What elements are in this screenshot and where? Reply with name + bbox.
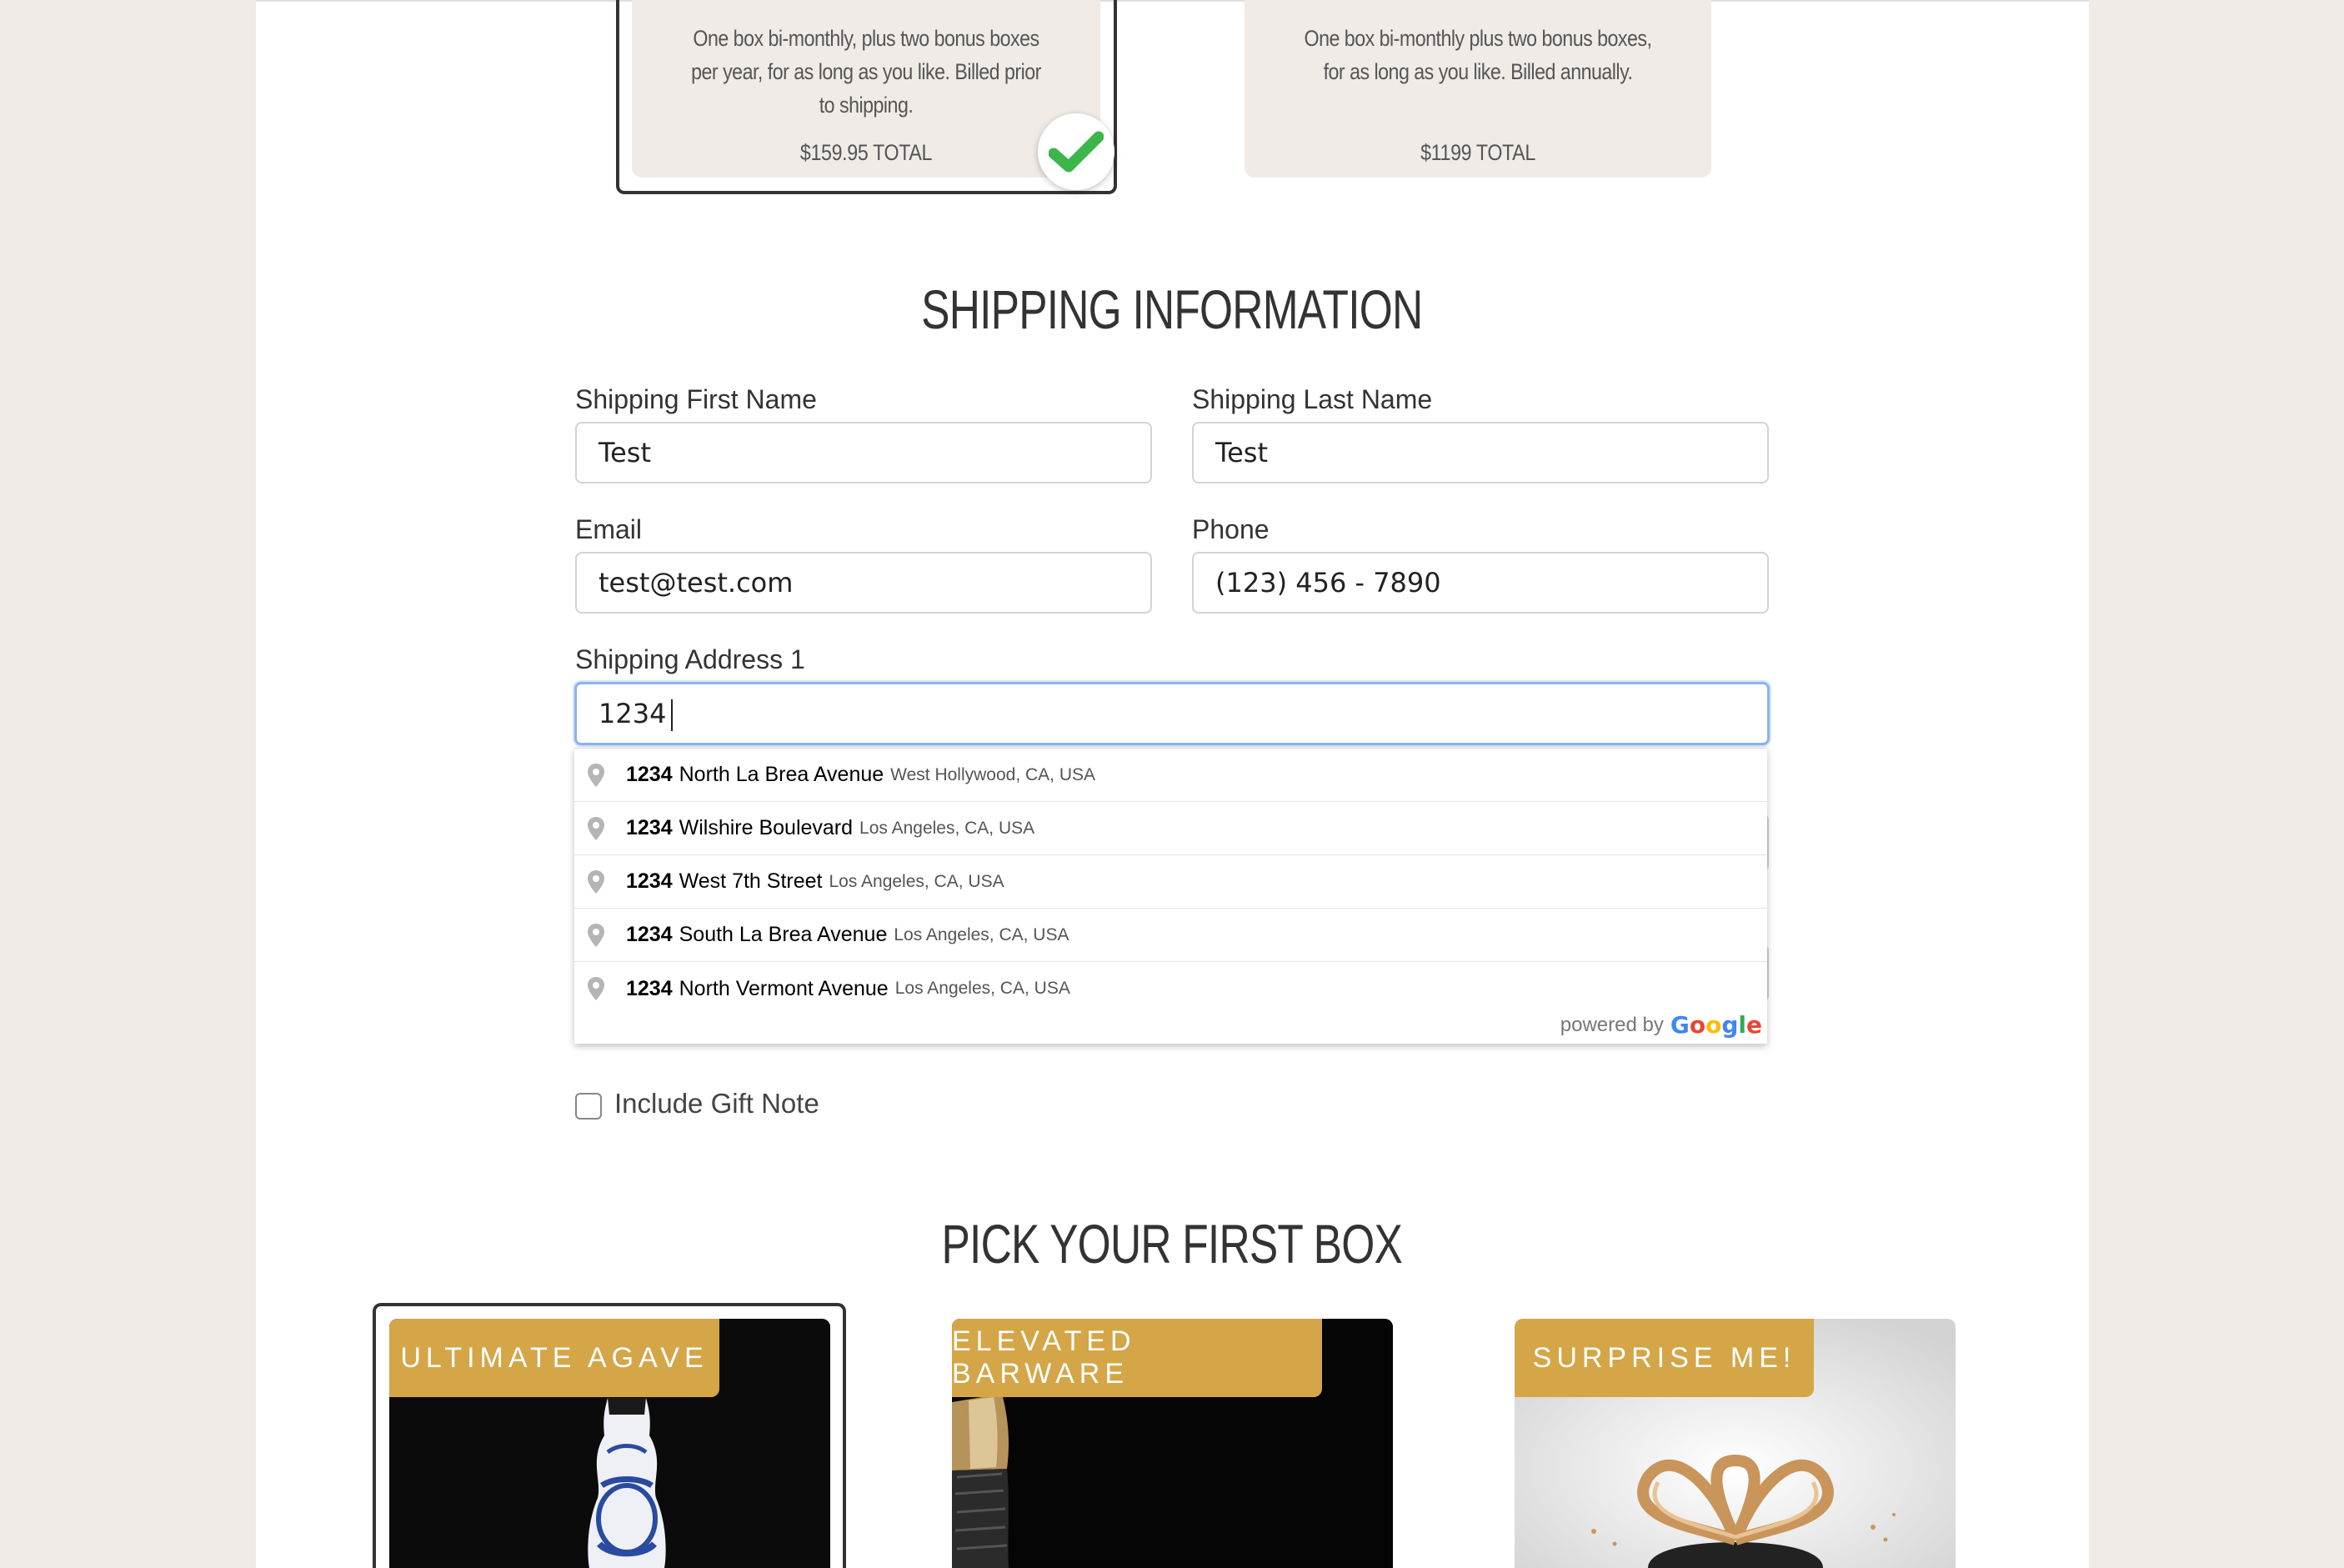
powered-by-google: powered by Google	[1560, 1011, 1762, 1039]
address1-value: 1234	[599, 698, 667, 729]
shipping-heading: SHIPPING INFORMATION	[921, 278, 1423, 340]
text-caret	[671, 699, 674, 731]
suggestion-city: Los Angeles, CA, USA	[829, 871, 1004, 891]
first-name-label: Shipping First Name	[575, 384, 817, 414]
box-card-surprise-me[interactable]: SURPRISE ME!	[1515, 1319, 1956, 1568]
selected-check-icon	[1038, 113, 1114, 190]
autocomplete-item[interactable]: 1234 North Vermont Avenue Los Angeles, C…	[574, 962, 1767, 1015]
phone-input[interactable]: (123) 456 - 7890	[1192, 552, 1769, 614]
box-selected-frame	[373, 1303, 846, 1568]
address-autocomplete: 1234 North La Brea Avenue West Hollywood…	[574, 748, 1767, 1044]
pick-box-heading: PICK YOUR FIRST BOX	[941, 1213, 1403, 1275]
box-label-tag: SURPRISE ME!	[1515, 1319, 1814, 1397]
location-pin-icon	[588, 763, 604, 787]
location-pin-icon	[588, 977, 604, 1000]
suggestion-city: West Hollywood, CA, USA	[890, 764, 1096, 784]
plan-description: One box bi-monthly plus two bonus boxes,…	[1304, 26, 1652, 84]
powered-by-text: powered by	[1560, 1013, 1664, 1036]
suggestion-number: 1234	[626, 763, 673, 786]
email-label: Email	[575, 514, 643, 544]
location-pin-icon	[588, 923, 604, 947]
autocomplete-item[interactable]: 1234 South La Brea Avenue Los Angeles, C…	[574, 909, 1767, 962]
autocomplete-item[interactable]: 1234 West 7th Street Los Angeles, CA, US…	[574, 855, 1767, 909]
suggestion-city: Los Angeles, CA, USA	[859, 818, 1035, 838]
autocomplete-item[interactable]: 1234 Wilshire Boulevard Los Angeles, CA,…	[574, 802, 1767, 855]
suggestion-street: West 7th Street	[679, 869, 823, 893]
suggestion-number: 1234	[626, 816, 673, 839]
google-logo: Google	[1670, 1011, 1762, 1039]
address1-label: Shipping Address 1	[575, 644, 805, 674]
suggestion-number: 1234	[626, 976, 673, 1000]
last-name-input[interactable]: Test	[1192, 422, 1769, 483]
last-name-label: Shipping Last Name	[1192, 384, 1433, 414]
suggestion-city: Los Angeles, CA, USA	[894, 979, 1070, 998]
suggestion-street: North Vermont Avenue	[679, 976, 889, 1000]
address1-input[interactable]: 1234	[574, 682, 1770, 745]
box-card-elevated-barware[interactable]: ELEVATED BARWARE	[952, 1319, 1393, 1568]
plan-card-annual[interactable]: One box bi-monthly plus two bonus boxes,…	[1245, 0, 1711, 178]
suggestion-street: South La Brea Avenue	[679, 923, 888, 946]
email-input[interactable]: test@test.com	[575, 552, 1152, 614]
gift-note-label[interactable]: Include Gift Note	[614, 1088, 819, 1120]
suggestion-street: Wilshire Boulevard	[679, 816, 854, 839]
phone-label: Phone	[1192, 514, 1270, 544]
suggestion-city: Los Angeles, CA, USA	[894, 924, 1069, 944]
plan-total: $1199 TOTAL	[1420, 140, 1535, 165]
first-name-input[interactable]: Test	[575, 422, 1152, 483]
location-pin-icon	[588, 869, 604, 894]
autocomplete-item[interactable]: 1234 North La Brea Avenue West Hollywood…	[574, 749, 1767, 802]
suggestion-number: 1234	[626, 869, 673, 893]
gift-note-checkbox[interactable]	[575, 1093, 602, 1120]
suggestion-street: North La Brea Avenue	[679, 763, 884, 786]
suggestion-number: 1234	[626, 923, 673, 946]
location-pin-icon	[588, 816, 604, 840]
box-label-tag: ELEVATED BARWARE	[952, 1319, 1322, 1397]
